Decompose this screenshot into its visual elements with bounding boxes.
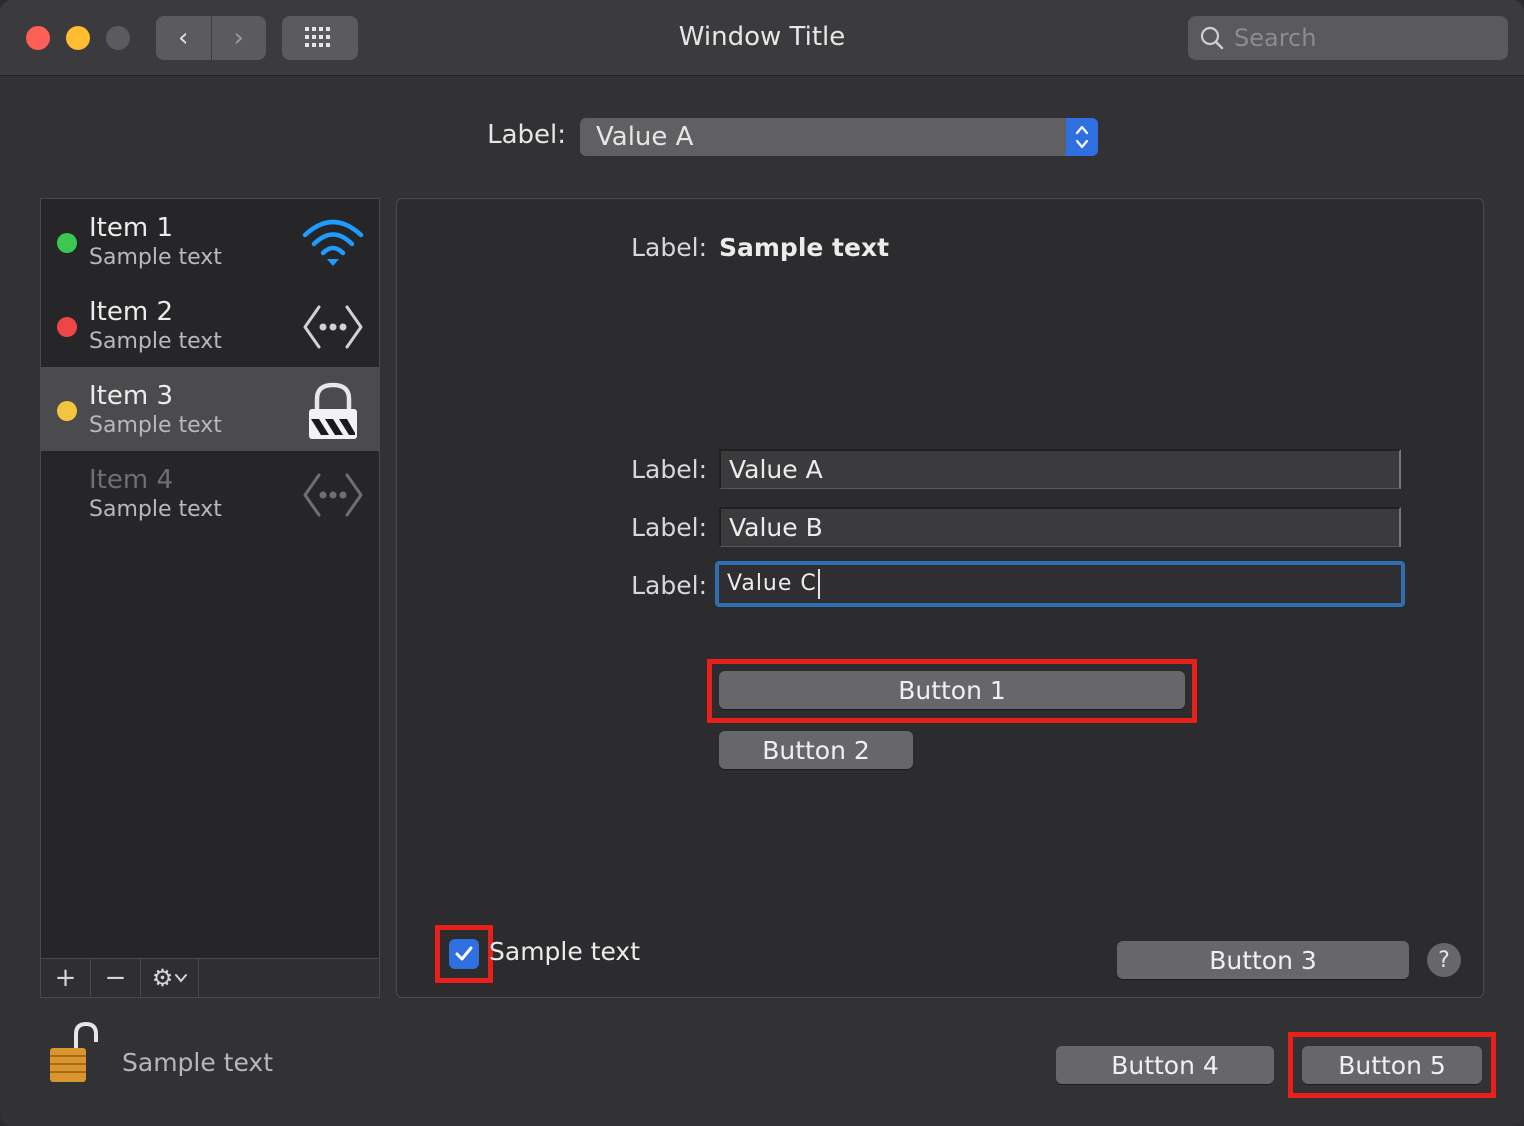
service-item-1[interactable]: Item 1 Sample text — [41, 199, 379, 283]
remove-service-button[interactable]: − — [91, 959, 141, 997]
service-item-4[interactable]: Item 4 Sample text — [41, 451, 379, 535]
text-cursor — [817, 569, 820, 599]
search-field[interactable] — [1188, 16, 1508, 60]
search-icon — [1200, 26, 1224, 50]
plus-icon: + — [54, 963, 77, 993]
lock-hint-text: Sample text — [122, 1048, 274, 1077]
question-mark-icon: ? — [1438, 947, 1450, 973]
lock-icon — [309, 382, 357, 439]
status-dot — [57, 401, 77, 421]
password-field[interactable]: Value C — [715, 561, 1405, 607]
service-state: Sample text — [89, 329, 222, 354]
title-bar: ‹ › Window Title — [0, 0, 1524, 76]
server-address-field[interactable] — [719, 449, 1401, 489]
status-dot — [57, 317, 77, 337]
password-value: Value C — [727, 571, 817, 596]
service-list-toolbar: + − ⚙ — [40, 958, 380, 998]
service-name: Item 4 — [89, 465, 173, 495]
service-state: Sample text — [89, 413, 222, 438]
service-state: Sample text — [89, 245, 222, 270]
help-button[interactable]: ? — [1427, 943, 1461, 977]
up-down-chevron-icon — [1075, 125, 1089, 149]
account-name-field[interactable] — [719, 507, 1401, 547]
service-detail-panel: Label: Sample text Label: Label: Label: … — [396, 198, 1484, 998]
show-status-checkbox[interactable] — [449, 939, 479, 969]
account-name-label: Label: — [631, 513, 707, 542]
location-label: Label: — [487, 120, 566, 150]
add-service-button[interactable]: + — [41, 959, 91, 997]
location-select[interactable]: Value A — [580, 118, 1098, 156]
checkmark-icon — [455, 946, 473, 961]
service-item-3[interactable]: Item 3 Sample text — [41, 367, 379, 451]
ethernet-icon — [303, 473, 363, 517]
service-list: Item 1 Sample text Item 2 Sample text It… — [40, 198, 380, 998]
apply-button[interactable]: Button 5 — [1302, 1046, 1482, 1084]
service-actions-button[interactable]: ⚙ — [141, 959, 199, 997]
gear-icon: ⚙ — [151, 964, 174, 992]
ethernet-icon — [303, 305, 363, 349]
service-name: Item 3 — [89, 381, 173, 411]
search-input[interactable] — [1232, 23, 1492, 53]
location-value: Value A — [596, 122, 694, 152]
advanced-options-button[interactable]: Button 3 — [1117, 941, 1409, 979]
service-state: Sample text — [89, 497, 222, 522]
service-item-2[interactable]: Item 2 Sample text — [41, 283, 379, 367]
status-value: Sample text — [719, 233, 890, 262]
authentication-settings-button[interactable]: Button 1 — [719, 671, 1185, 709]
network-preferences-window: ‹ › Window Title Label: — [0, 0, 1524, 1126]
server-address-label: Label: — [631, 455, 707, 484]
connect-button[interactable]: Button 2 — [719, 731, 913, 769]
minus-icon: − — [104, 963, 127, 993]
lock-button[interactable] — [46, 1020, 102, 1086]
status-label: Label: — [631, 233, 707, 262]
wifi-icon — [302, 219, 364, 266]
service-name: Item 1 — [89, 213, 173, 243]
chevron-down-icon — [175, 974, 188, 983]
revert-button[interactable]: Button 4 — [1056, 1046, 1274, 1084]
unlocked-padlock-icon — [50, 1021, 98, 1082]
service-name: Item 2 — [89, 297, 173, 327]
location-stepper[interactable] — [1066, 118, 1098, 156]
show-status-label: Sample text — [489, 937, 641, 966]
status-dot — [57, 233, 77, 253]
password-label: Label: — [631, 571, 707, 600]
